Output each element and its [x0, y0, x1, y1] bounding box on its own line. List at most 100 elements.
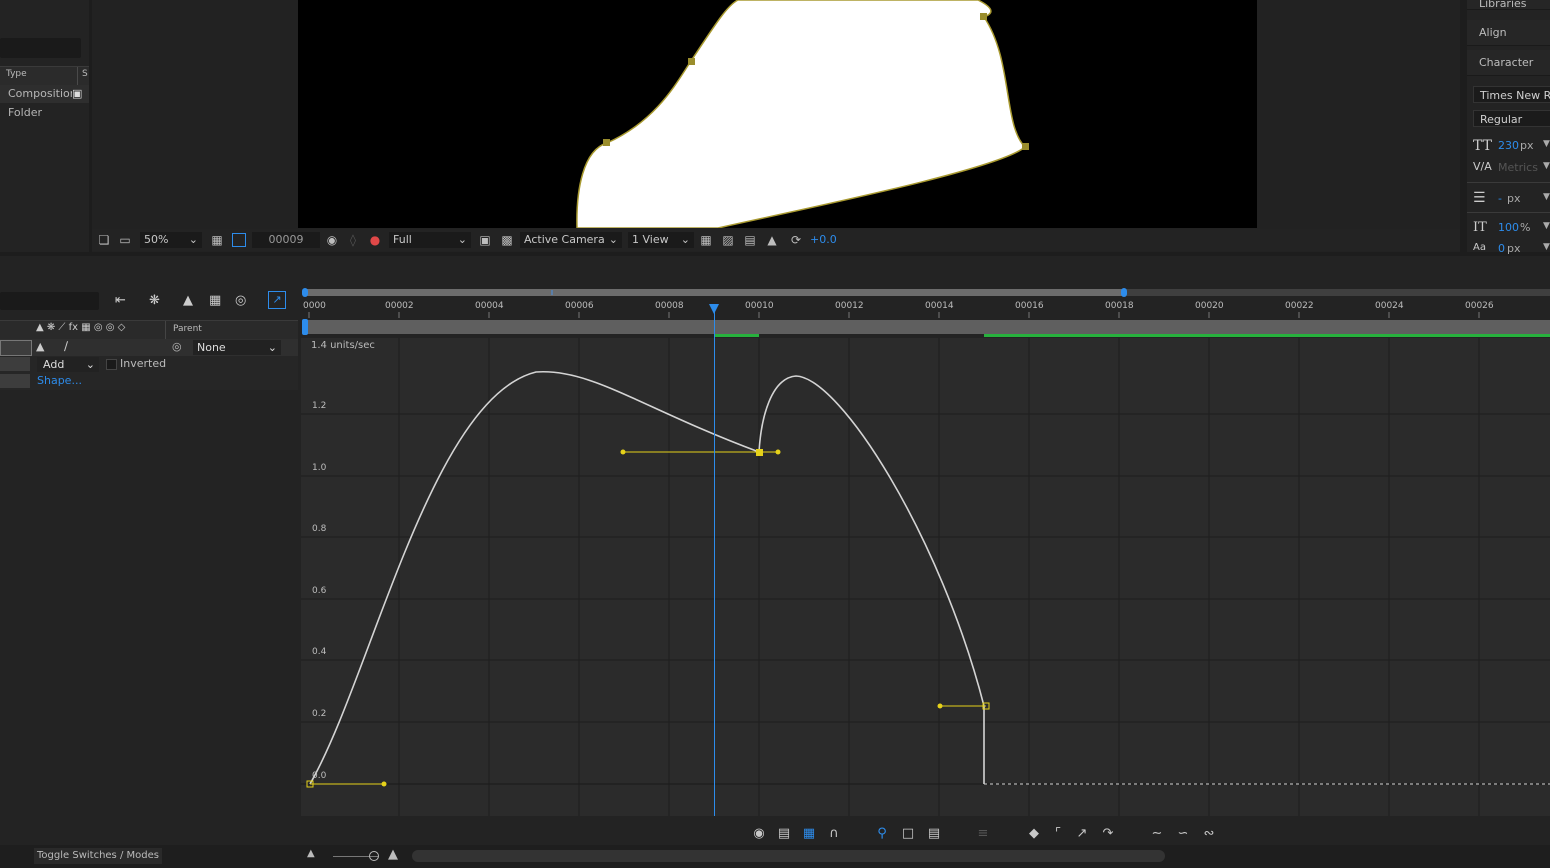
exposure-value[interactable]: +0.0: [810, 233, 837, 246]
fast-previews-icon[interactable]: ▣: [478, 233, 492, 247]
kerning-value[interactable]: Metrics: [1498, 161, 1538, 174]
layer-label-color[interactable]: [0, 340, 32, 356]
mask-vertex[interactable]: [980, 13, 987, 20]
toggle-switches-modes-button[interactable]: Toggle Switches / Modes: [34, 848, 162, 864]
mask-shape-canvas[interactable]: [298, 0, 1257, 228]
draft-3d-icon[interactable]: ❋: [149, 293, 160, 308]
motion-blur-icon[interactable]: ◎: [235, 293, 246, 308]
parent-dropdown[interactable]: None ⌄: [193, 340, 281, 355]
zoom-slider-thumb[interactable]: [369, 851, 379, 861]
easy-ease-icon[interactable]: ∼: [1148, 826, 1166, 842]
bezier-handle[interactable]: [937, 703, 943, 709]
work-area-end-handle[interactable]: [1121, 288, 1127, 297]
inverted-checkbox[interactable]: [106, 359, 117, 370]
mask-vertex[interactable]: [1022, 143, 1029, 150]
chevron-down-icon[interactable]: ▼: [1543, 221, 1550, 231]
libraries-tab[interactable]: Libraries: [1467, 0, 1550, 10]
timeline-search-input[interactable]: [0, 292, 99, 310]
quality-switch-icon[interactable]: ∕: [64, 339, 68, 353]
project-row-composition[interactable]: Composition ▣: [0, 85, 89, 103]
leading-value[interactable]: -: [1498, 192, 1502, 205]
keyframe-menu-icon[interactable]: ◆: [1025, 826, 1043, 842]
parent-pickwhip-icon[interactable]: ◎: [172, 340, 182, 353]
layer-duration-bar[interactable]: [303, 320, 1550, 334]
bezier-handle[interactable]: [620, 449, 626, 455]
bezier-handle[interactable]: [775, 449, 781, 455]
column-type-label[interactable]: Type: [6, 69, 27, 79]
composition-viewer[interactable]: [298, 0, 1257, 228]
region-of-interest-icon[interactable]: ▦: [210, 233, 224, 247]
hold-keyframe-icon[interactable]: ⌜: [1049, 826, 1067, 842]
mask-mode-dropdown[interactable]: Add ⌄: [37, 357, 99, 372]
layer-row[interactable]: ▲ ∕ ◎ None ⌄: [0, 339, 298, 356]
grid-lines: [301, 338, 1550, 816]
easy-ease-in-icon[interactable]: ∽: [1174, 826, 1192, 842]
keyframe-selected[interactable]: [756, 449, 763, 456]
vertical-scale-value[interactable]: 100: [1498, 221, 1519, 234]
camera-dropdown[interactable]: Active Camera ⌄: [520, 232, 622, 248]
toggle-mask-icon[interactable]: ▩: [500, 233, 514, 247]
separate-dimensions-icon[interactable]: ≡: [974, 826, 992, 842]
monitor-icon[interactable]: ▭: [118, 233, 132, 247]
character-tab[interactable]: Character: [1467, 50, 1550, 76]
align-tab[interactable]: Align: [1467, 20, 1550, 46]
current-time-indicator[interactable]: [714, 310, 715, 816]
chevron-down-icon[interactable]: ▼: [1543, 242, 1550, 252]
graph-editor[interactable]: 1.4 units/sec 1.2 1.0 0.8 0.6 0.4 0.2 0.…: [301, 338, 1550, 816]
playhead-handle[interactable]: [709, 304, 719, 314]
fit-selection-icon[interactable]: □: [899, 826, 917, 842]
snap-icon[interactable]: ∩: [825, 826, 843, 842]
font-family-dropdown[interactable]: Times New Roman: [1473, 86, 1550, 103]
linear-keyframe-icon[interactable]: ↗: [1073, 826, 1091, 842]
chevron-down-icon[interactable]: ▼: [1543, 139, 1550, 149]
comp-flowchart-icon[interactable]: ▤: [743, 233, 757, 247]
column-extra-label[interactable]: S: [82, 69, 88, 79]
comp-mini-flowchart-icon[interactable]: ⇤: [115, 293, 126, 308]
resolution-dropdown[interactable]: Full ⌄: [389, 232, 471, 248]
auto-bezier-icon[interactable]: ↷: [1099, 826, 1117, 842]
chevron-down-icon[interactable]: ▼: [1543, 192, 1550, 202]
easy-ease-out-icon[interactable]: ∾: [1200, 826, 1218, 842]
shy-layers-icon[interactable]: ▲: [183, 293, 193, 308]
eye-icon[interactable]: ◉: [750, 826, 768, 842]
baseline-shift-value[interactable]: 0: [1498, 242, 1505, 255]
timeline-scrollbar[interactable]: [412, 850, 1165, 862]
time-ruler[interactable]: 0000 00002 00004 00006 00008 00010 00012…: [301, 288, 1550, 337]
reset-exposure-icon[interactable]: ⟳: [789, 233, 803, 247]
zoom-out-icon[interactable]: ▲: [307, 848, 315, 859]
graph-type-icon[interactable]: ▤: [775, 826, 793, 842]
shape-link[interactable]: Shape...: [37, 374, 82, 387]
frame-blending-icon[interactable]: ▦: [209, 293, 221, 308]
project-row-folder[interactable]: Folder: [0, 104, 89, 122]
zoom-dropdown[interactable]: 50% ⌄: [140, 232, 202, 248]
flowchart-icon[interactable]: ▲: [765, 233, 779, 247]
project-search-input[interactable]: [0, 38, 81, 58]
timeline-icon[interactable]: ▨: [721, 233, 735, 247]
timecode-field[interactable]: 00009: [252, 232, 320, 248]
bezier-handle[interactable]: [381, 781, 387, 787]
transform-box-icon[interactable]: ▦: [800, 826, 818, 842]
fit-all-icon[interactable]: ▤: [925, 826, 943, 842]
parent-column-label[interactable]: Parent: [173, 324, 202, 334]
color-channels-icon[interactable]: ●: [368, 233, 382, 247]
mask-vertex[interactable]: [688, 58, 695, 65]
graph-canvas[interactable]: [301, 338, 1550, 816]
pixel-aspect-icon[interactable]: ▦: [699, 233, 713, 247]
layer-in-point[interactable]: [302, 319, 308, 335]
show-snapshot-icon[interactable]: ◊: [346, 233, 360, 247]
view-layout-dropdown[interactable]: 1 View ⌄: [628, 232, 694, 248]
chevron-down-icon[interactable]: ▼: [1543, 161, 1550, 171]
auto-zoom-height-icon[interactable]: ⚲: [873, 826, 891, 842]
work-area-bar[interactable]: [303, 289, 1125, 296]
mask-vertex[interactable]: [603, 139, 610, 146]
work-area-start-handle[interactable]: [302, 288, 308, 297]
zoom-in-icon[interactable]: ▲: [388, 847, 398, 862]
work-area-midpoint[interactable]: [551, 290, 553, 295]
camera-snapshot-icon[interactable]: ◉: [325, 233, 339, 247]
font-size-value[interactable]: 230: [1498, 139, 1519, 152]
graph-editor-icon[interactable]: ↗: [268, 291, 286, 309]
shy-switch-icon[interactable]: ▲: [36, 340, 44, 353]
font-style-dropdown[interactable]: Regular: [1473, 110, 1550, 127]
always-preview-icon[interactable]: ❏: [97, 233, 111, 247]
transparency-grid-icon[interactable]: [232, 233, 246, 247]
